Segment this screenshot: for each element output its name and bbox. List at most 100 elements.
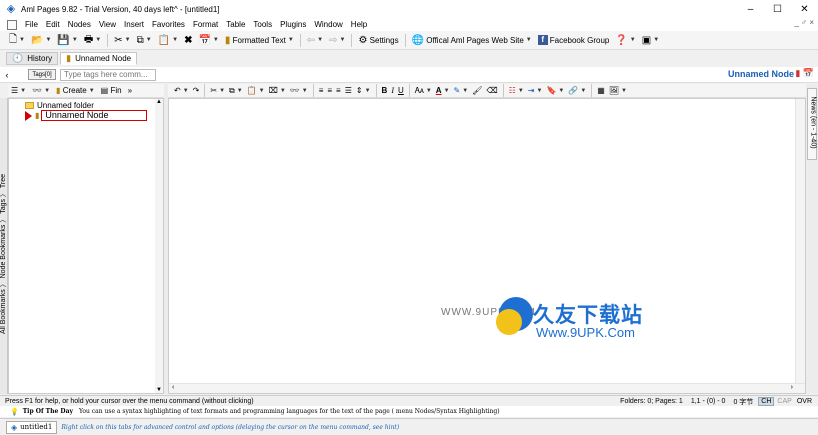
bold-button[interactable]: B: [380, 84, 390, 97]
delete-x-icon: ✖: [184, 34, 193, 46]
scroll-right-icon[interactable]: ›: [791, 384, 793, 391]
editor-copy-button[interactable]: ⧉ ▼: [227, 84, 245, 97]
node-title-icons[interactable]: ▮ 📅: [795, 68, 814, 79]
editor-paste-button[interactable]: 📋 ▼: [245, 84, 267, 97]
tree-options-button[interactable]: ☰ ▼: [8, 83, 29, 99]
tree-binoculars-button[interactable]: 👓 ▼: [29, 83, 53, 99]
title-bar: ◈ Aml Pages 9.82 - Trial Version, 40 day…: [0, 0, 818, 18]
menu-file[interactable]: File: [21, 20, 42, 29]
clear-button[interactable]: ⌫: [484, 84, 499, 97]
mdi-controls[interactable]: _ ♂ ×: [794, 18, 814, 27]
tags-button[interactable]: Tags[0]: [28, 69, 56, 80]
copy-button[interactable]: ⧉ ▼: [134, 32, 155, 48]
menu-help[interactable]: Help: [347, 20, 371, 29]
menu-nodes[interactable]: Nodes: [64, 20, 95, 29]
editor-vertical-scrollbar[interactable]: [795, 99, 805, 383]
save-button[interactable]: 💾 ▼: [54, 32, 80, 48]
bookmark-icon: 🔖: [546, 86, 557, 95]
tree-create-button[interactable]: ▮ Create ▼: [53, 83, 98, 99]
tags-input[interactable]: [60, 68, 156, 81]
help-button[interactable]: ❓ ▼: [612, 32, 638, 48]
list-button[interactable]: ☷ ▼: [507, 84, 526, 97]
calendar-button[interactable]: 📅 ▼: [195, 32, 221, 48]
tab-history[interactable]: 🕘 History: [6, 52, 59, 65]
extra-button[interactable]: ▣ ▼: [639, 32, 662, 48]
new-document-button[interactable]: 🗋 ▼: [6, 32, 28, 48]
node-page-icon: ▮: [35, 111, 40, 120]
format-brush-button[interactable]: 🖌: [470, 84, 484, 97]
menu-tools[interactable]: Tools: [249, 20, 276, 29]
menu-window[interactable]: Window: [310, 20, 346, 29]
formatted-text-label: Formatted Text: [232, 35, 286, 45]
align-right-button[interactable]: ≡: [334, 84, 343, 97]
tab-unnamed-node[interactable]: ▮ Unnamed Node: [60, 52, 138, 65]
menu-favorites[interactable]: Favorites: [148, 20, 189, 29]
redo-button[interactable]: ↷: [191, 84, 202, 97]
official-site-button[interactable]: 🌐 Offical Aml Pages Web Site ▼: [409, 32, 535, 48]
underline-button[interactable]: U: [396, 84, 406, 97]
indent-button[interactable]: ⇥ ▼: [526, 84, 545, 97]
editor-special-button[interactable]: ⌧ ▼: [267, 84, 288, 97]
italic-button[interactable]: I: [389, 84, 396, 97]
align-left-button[interactable]: ≡: [317, 84, 326, 97]
table-button[interactable]: ▦: [595, 84, 607, 97]
bookmark-button[interactable]: 🔖 ▼: [544, 84, 566, 97]
tree-node-rename-field[interactable]: Unnamed Node: [41, 110, 148, 121]
tree-scrollbar[interactable]: ▲ ▼: [155, 99, 163, 393]
cut-button[interactable]: ✂ ▼: [111, 32, 133, 48]
delete-button[interactable]: ✖: [181, 32, 195, 48]
scroll-down-icon[interactable]: ▼: [156, 387, 162, 393]
back-button[interactable]: ⇦ ▼: [304, 32, 326, 48]
back-arrow-icon: ⇦: [306, 34, 316, 46]
scroll-up-icon[interactable]: ▲: [156, 99, 162, 105]
font-color-button[interactable]: A ▼: [434, 84, 452, 97]
toolbar-separator: [591, 84, 593, 97]
minimize-button[interactable]: –: [737, 0, 764, 18]
undo-button[interactable]: ↶ ▼: [172, 84, 191, 97]
toolbar-separator: [312, 84, 314, 97]
formatted-text-button[interactable]: ▮ Formatted Text ▼: [222, 32, 297, 48]
menu-insert[interactable]: Insert: [120, 20, 148, 29]
open-button[interactable]: 📂 ▼: [28, 32, 54, 48]
editor-cut-button[interactable]: ✂ ▼: [208, 84, 227, 97]
editor-horizontal-scrollbar[interactable]: ‹ ›: [169, 383, 805, 393]
menu-table[interactable]: Table: [222, 20, 249, 29]
editor-find-button[interactable]: 👓 ▼: [288, 84, 310, 97]
settings-button[interactable]: ⚙ Settings: [355, 32, 401, 48]
align-center-button[interactable]: ≡: [325, 84, 334, 97]
history-icon: 🕘: [12, 53, 24, 63]
scroll-left-icon[interactable]: ‹: [172, 384, 174, 391]
tree-find-button[interactable]: ▤ Fin: [98, 83, 125, 99]
page-editor[interactable]: WWW.9UPK.COM 久友下载站 Www.9UPK.Com ‹ ›: [168, 98, 806, 394]
document-menu-icon[interactable]: [7, 19, 17, 30]
font-button[interactable]: 🗛 ▼: [413, 84, 434, 97]
paste-button[interactable]: 📋 ▼: [155, 32, 181, 48]
menu-edit[interactable]: Edit: [42, 20, 64, 29]
forward-button[interactable]: ⇨ ▼: [326, 32, 348, 48]
news-tab[interactable]: News (en - 1-40): [807, 88, 817, 160]
editor-toolbar: ↶ ▼ ↷ ✂ ▼ ⧉ ▼ 📋 ▼ ⌧ ▼ 👓 ▼ ≡ ≡ ≡ ☰ ⇕ ▼ B I U 🗛 ▼ …: [168, 84, 806, 98]
align-right-icon: ≡: [336, 86, 341, 95]
facebook-group-button[interactable]: f Facebook Group: [535, 32, 613, 48]
line-spacing-button[interactable]: ⇕ ▼: [354, 84, 373, 97]
tree-node-item[interactable]: ▮ Unnamed Node: [25, 110, 148, 121]
chevron-left-icon[interactable]: ‹: [0, 70, 14, 80]
tree-more-button[interactable]: »: [125, 83, 135, 99]
maximize-button[interactable]: ☐: [764, 0, 791, 18]
line-spacing-icon: ⇕: [355, 86, 363, 95]
close-button[interactable]: ✕: [791, 0, 818, 18]
watermark-logo-moon-icon: [496, 309, 522, 335]
highlight-button[interactable]: ✎ ▼: [452, 84, 471, 97]
left-vertical-tabs-label[interactable]: All Bookmarks 〉 Node Bookmarks 〉 Tags 〉 …: [0, 152, 8, 334]
justify-button[interactable]: ☰: [343, 84, 354, 97]
link-button[interactable]: 🔗 ▼: [566, 84, 588, 97]
image-button[interactable]: 🖼 ▼: [607, 84, 629, 97]
binoculars-icon: 👓: [32, 86, 43, 95]
menu-format[interactable]: Format: [189, 20, 222, 29]
print-button[interactable]: 🖶 ▼: [81, 32, 104, 48]
menu-plugins[interactable]: Plugins: [276, 20, 310, 29]
tree-folder-item[interactable]: Unnamed folder: [25, 101, 94, 110]
document-tab-untitled1[interactable]: ◈ untitled1: [6, 420, 58, 434]
image-icon: 🖼: [608, 86, 619, 95]
menu-view[interactable]: View: [95, 20, 120, 29]
